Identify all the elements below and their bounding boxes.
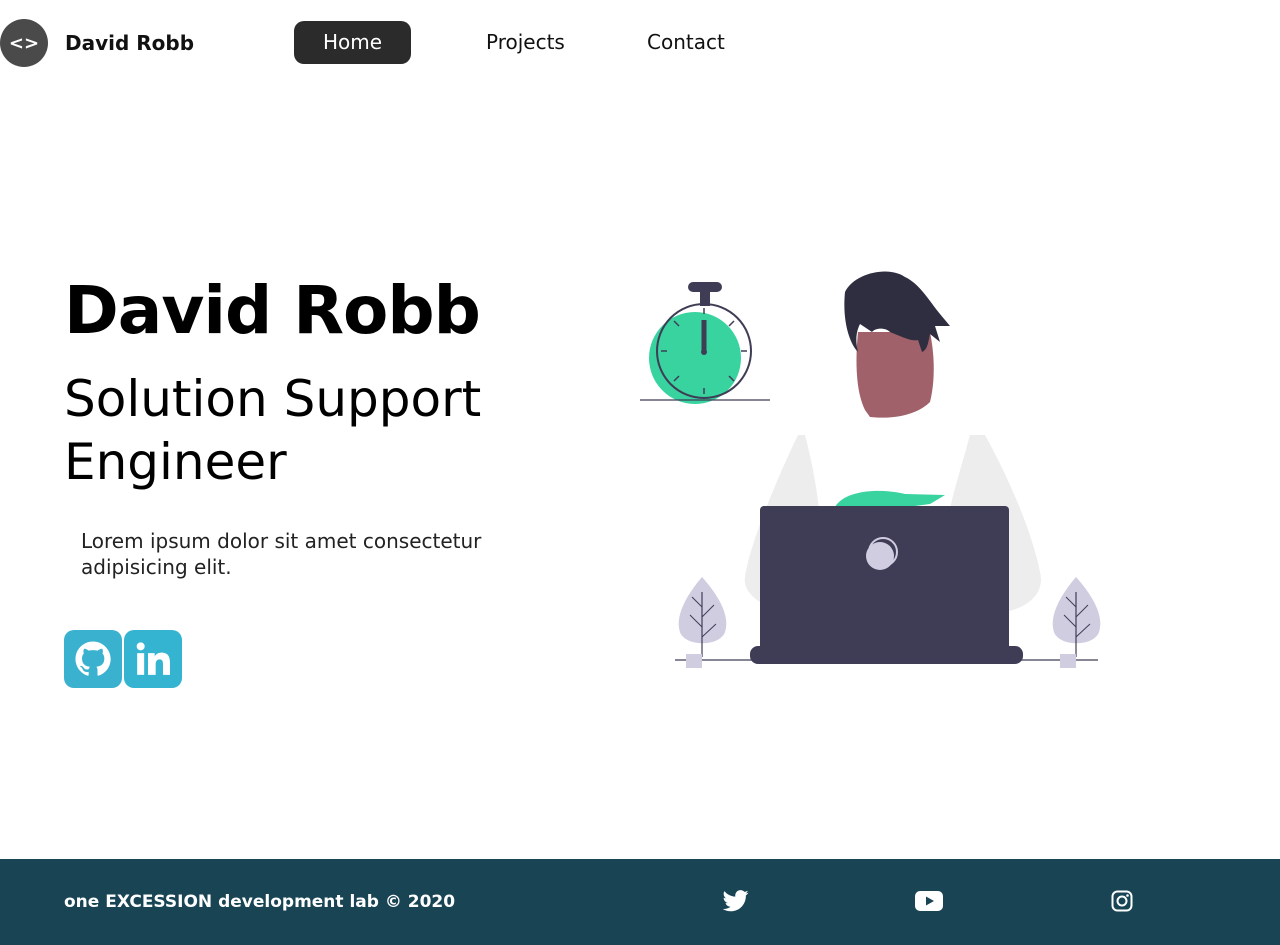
nav-item-projects[interactable]: Projects [486,21,565,64]
footer-copyright: one EXCESSION development lab © 2020 [64,892,456,912]
twitter-link[interactable] [721,886,751,916]
github-button[interactable] [64,630,122,688]
github-icon [75,641,111,676]
plant-right-icon [1052,577,1101,668]
logo-icon[interactable]: <> [0,19,48,67]
nav-item-home[interactable]: Home [294,21,411,64]
site-header: <> David Robb Home Projects Contact [0,0,1280,86]
linkedin-icon [136,642,170,675]
youtube-icon [915,891,943,911]
nav-item-contact[interactable]: Contact [647,21,725,64]
site-footer: one EXCESSION development lab © 2020 [0,859,1280,945]
hero-role: Solution Support Engineer [64,370,482,491]
linkedin-button[interactable] [124,630,182,688]
laptop-icon [750,506,1023,664]
hero-blurb: Lorem ipsum dolor sit amet consectetur a… [81,529,482,579]
instagram-icon [1111,890,1133,912]
brand-name[interactable]: David Robb [65,30,194,56]
hero-name: David Robb [64,272,481,349]
instagram-link[interactable] [1107,886,1137,916]
stopwatch-icon [640,282,770,404]
developer-illustration [640,271,1101,668]
youtube-link[interactable] [914,886,944,916]
plant-left-icon [678,577,727,668]
twitter-icon [723,890,749,912]
